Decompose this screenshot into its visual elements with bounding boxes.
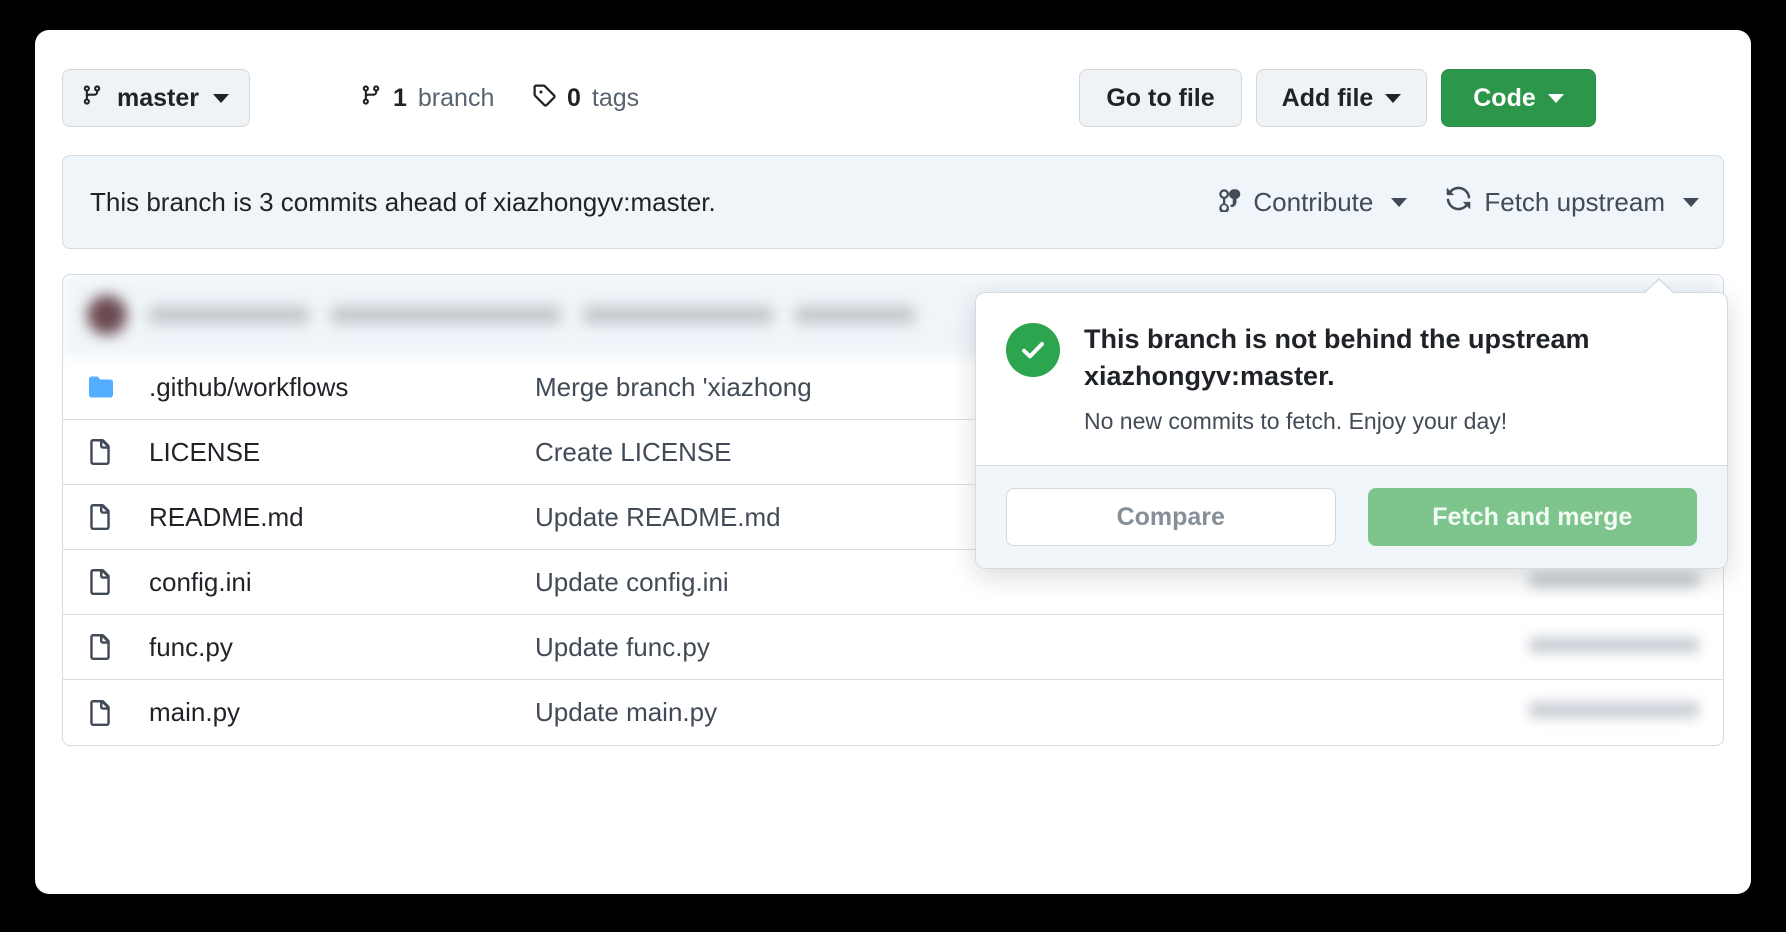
chevron-down-icon — [1385, 93, 1402, 103]
table-row[interactable]: func.py Update func.py — [63, 615, 1723, 680]
file-name: config.ini — [149, 566, 252, 597]
commit-message-redacted — [331, 305, 561, 324]
tag-count-stat[interactable]: 0 tags — [532, 69, 639, 127]
repository-card: master 1 branch 0 tags Go to file Add fi… — [35, 30, 1751, 894]
go-to-file-label: Go to file — [1106, 83, 1215, 112]
chevron-down-icon — [1547, 93, 1564, 103]
compare-label: Compare — [1116, 502, 1225, 531]
code-button[interactable]: Code — [1441, 69, 1596, 127]
file-name: README.md — [149, 501, 304, 532]
popover-footer: Compare Fetch and merge — [976, 465, 1727, 569]
file-time-redacted — [1489, 702, 1699, 723]
branch-count-label: branch — [417, 83, 495, 112]
branch-status-banner: This branch is 3 commits ahead of xiazho… — [62, 155, 1724, 249]
file-name: LICENSE — [149, 436, 261, 467]
file-commit-message: Update main.py — [535, 697, 718, 727]
chevron-down-icon — [1391, 197, 1408, 207]
commit-time-redacted — [795, 305, 915, 324]
popover-subtitle: No new commits to fetch. Enjoy your day! — [1084, 408, 1508, 435]
popover-body: This branch is not behind the upstream x… — [976, 293, 1727, 465]
file-time-redacted — [1489, 571, 1699, 593]
tag-count-label: tags — [591, 83, 640, 112]
fetch-upstream-button[interactable]: Fetch upstream — [1445, 185, 1699, 219]
fetch-upstream-popover: This branch is not behind the upstream x… — [975, 278, 1728, 570]
commit-hash-redacted — [583, 305, 773, 324]
commit-author-redacted — [149, 305, 309, 324]
tag-count-number: 0 — [567, 83, 581, 112]
popover-caret-inner-icon — [1644, 280, 1674, 294]
add-file-button[interactable]: Add file — [1256, 69, 1427, 127]
fetch-upstream-label: Fetch upstream — [1484, 186, 1665, 217]
file-icon — [87, 699, 125, 727]
table-row[interactable]: main.py Update main.py — [63, 680, 1723, 745]
file-name: main.py — [149, 697, 241, 727]
file-commit-message: Update config.ini — [535, 566, 729, 597]
popover-title: This branch is not behind the upstream x… — [1084, 324, 1590, 391]
branch-count-number: 1 — [393, 83, 407, 112]
file-time-redacted — [1489, 636, 1699, 658]
go-to-file-button[interactable]: Go to file — [1079, 69, 1242, 127]
branch-selector-button[interactable]: master — [62, 69, 250, 127]
file-icon — [87, 568, 125, 596]
file-icon — [87, 503, 125, 531]
add-file-label: Add file — [1281, 83, 1374, 112]
file-name: func.py — [149, 631, 233, 662]
branch-status-text: This branch is 3 commits ahead of xiazho… — [90, 186, 716, 217]
avatar — [87, 294, 127, 335]
file-icon — [87, 438, 125, 466]
contribute-label: Contribute — [1253, 186, 1374, 217]
folder-icon — [87, 375, 125, 399]
git-branch-icon — [360, 83, 382, 114]
fetch-and-merge-label: Fetch and merge — [1432, 502, 1633, 531]
sync-icon — [1445, 185, 1472, 219]
popover-text-block: This branch is not behind the upstream x… — [1084, 321, 1697, 435]
code-button-label: Code — [1473, 83, 1536, 112]
branch-selector-label: master — [117, 83, 199, 112]
compare-button[interactable]: Compare — [1006, 488, 1336, 547]
git-branch-icon — [81, 83, 103, 114]
git-pull-request-icon — [1217, 186, 1241, 219]
check-circle-icon — [1006, 323, 1060, 377]
repository-toolbar: master 1 branch 0 tags Go to file Add fi… — [62, 69, 1724, 127]
file-icon — [87, 633, 125, 661]
chevron-down-icon — [1683, 197, 1699, 207]
fetch-and-merge-button[interactable]: Fetch and merge — [1367, 488, 1697, 547]
contribute-button[interactable]: Contribute — [1217, 186, 1408, 219]
chevron-down-icon — [213, 93, 229, 103]
branch-count-stat[interactable]: 1 branch — [360, 69, 494, 127]
file-name: .github/workflows — [149, 371, 349, 402]
tag-icon — [532, 83, 556, 114]
file-commit-message: Update func.py — [535, 631, 710, 662]
